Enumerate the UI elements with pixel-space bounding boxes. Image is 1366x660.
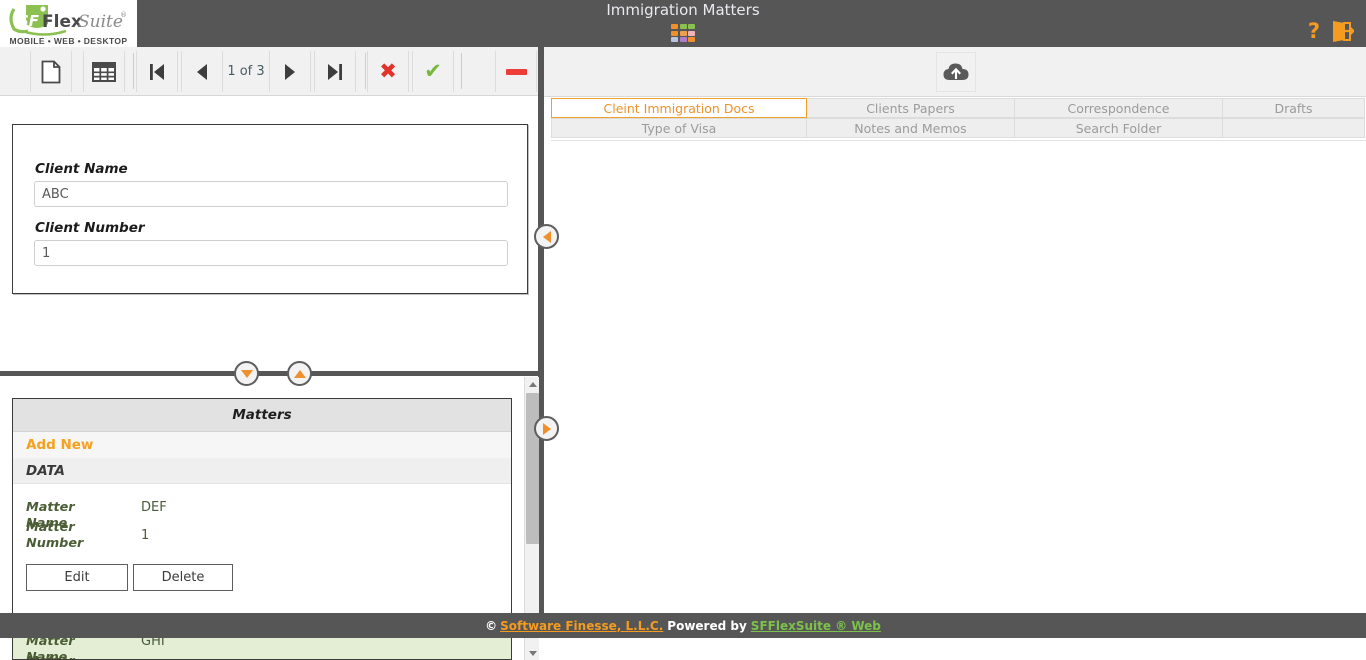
previous-record-button[interactable] (181, 51, 223, 92)
cloud-upload-icon (943, 63, 969, 80)
company-link[interactable]: Software Finesse, L.L.C. (500, 619, 663, 633)
collapse-down-icon (240, 369, 253, 378)
edit-matter-button[interactable]: Edit (26, 564, 128, 591)
save-check-icon: ✔ (424, 59, 442, 83)
scroll-down-button[interactable] (525, 646, 540, 660)
tab-clients-papers[interactable]: Clients Papers (806, 98, 1015, 118)
matter-number-value: 1 (141, 528, 150, 543)
delete-matter-button[interactable]: Delete (133, 564, 233, 591)
matter-number-label: Matter (26, 654, 114, 659)
toolbar-divider (365, 53, 366, 89)
collapse-up-icon (293, 369, 306, 378)
tab-content-area (551, 140, 1366, 610)
grid-cell (679, 24, 687, 29)
new-record-button[interactable] (30, 51, 72, 92)
next-record-button[interactable] (269, 51, 311, 92)
delete-button[interactable] (495, 51, 537, 92)
matter-name-value: DEF (141, 500, 167, 515)
tabs-row-2: Type of Visa Notes and Memos Search Fold… (551, 118, 1366, 138)
record-toolbar: 1 of 3 ✖ ✔ (0, 47, 538, 96)
toolbar-divider (461, 53, 462, 89)
grid-cell (688, 30, 696, 36)
tab-notes-and-memos[interactable]: Notes and Memos (806, 118, 1015, 138)
tabs-row-1: Cleint Immigration Docs Clients Papers C… (551, 98, 1366, 118)
help-icon[interactable]: ? (1308, 21, 1320, 42)
scrollbar-thumb[interactable] (526, 393, 539, 544)
document-tabs: Cleint Immigration Docs Clients Papers C… (551, 98, 1366, 138)
powered-by-label: Powered by (667, 618, 747, 633)
last-record-button[interactable] (314, 51, 356, 92)
expand-right-icon (542, 422, 551, 435)
matter-number-label-line1: Matter (26, 520, 75, 535)
grid-cell (671, 30, 678, 36)
client-number-input[interactable] (34, 240, 508, 266)
client-form-card: Client Name Client Number (12, 124, 528, 294)
cancel-button[interactable]: ✖ (367, 51, 409, 92)
tab-search-folder[interactable]: Search Folder (1014, 118, 1223, 138)
page-title: Immigration Matters (606, 1, 760, 19)
matters-title: Matters (13, 399, 511, 432)
previous-record-icon (197, 63, 207, 80)
cancel-x-icon: ✖ (379, 59, 397, 83)
app-grid-icon[interactable] (671, 24, 696, 43)
cloud-upload-button[interactable] (936, 52, 976, 92)
collapse-down-button[interactable] (234, 361, 259, 386)
next-record-icon (285, 63, 295, 80)
matter-number-label-line2: Number (26, 536, 84, 551)
horizontal-splitter[interactable] (0, 371, 538, 376)
scroll-down-icon (528, 650, 537, 656)
first-record-button[interactable] (136, 51, 178, 92)
grid-cell (671, 24, 678, 29)
product-link[interactable]: SFFlexSuite ® Web (751, 619, 881, 633)
tab-placeholder (1222, 118, 1365, 138)
collapse-left-button[interactable] (534, 224, 559, 249)
tab-cleint-immigration-docs[interactable]: Cleint Immigration Docs (551, 98, 807, 118)
app-header: SF Flex Suite ® MOBILE • WEB • DESKTOP I… (0, 0, 1366, 47)
grid-cell (679, 30, 687, 36)
left-panel: 1 of 3 ✖ ✔ Client Name Client Number (0, 47, 541, 660)
scroll-up-button[interactable] (525, 377, 540, 391)
expand-right-button[interactable] (534, 416, 559, 441)
toolbar-divider (133, 53, 134, 89)
collapse-up-button[interactable] (287, 361, 312, 386)
first-record-icon (150, 63, 164, 80)
grid-view-button[interactable] (83, 51, 125, 92)
add-new-matter-link[interactable]: Add New (13, 432, 511, 458)
page-indicator: 1 of 3 (227, 64, 265, 79)
client-name-input[interactable] (34, 181, 508, 207)
grid-cell (688, 37, 696, 43)
new-document-icon (41, 60, 61, 83)
tab-type-of-visa[interactable]: Type of Visa (551, 118, 807, 138)
save-button[interactable]: ✔ (412, 51, 454, 92)
delete-minus-icon (505, 68, 527, 75)
tab-correspondence[interactable]: Correspondence (1014, 98, 1223, 118)
last-record-icon (328, 63, 342, 80)
table-row[interactable]: Matter Name DEF Matter Number 1 Edit Dele… (13, 484, 511, 616)
copyright-symbol: © (485, 618, 498, 633)
right-panel: Cleint Immigration Docs Clients Papers C… (544, 47, 1366, 613)
client-number-label: Client Number (35, 220, 145, 236)
tab-drafts[interactable]: Drafts (1222, 98, 1365, 118)
matter-number-label: Matter Number (26, 520, 114, 552)
grid-cell (671, 37, 678, 43)
grid-cell (679, 37, 687, 43)
app-footer: © Software Finesse, L.L.C. Powered by SF… (0, 613, 1366, 638)
logo-tagline: MOBILE • WEB • DESKTOP (9, 36, 128, 46)
matters-data-label: DATA (13, 458, 511, 484)
scroll-up-icon (528, 381, 537, 387)
logout-door-icon[interactable] (1330, 19, 1354, 43)
grid-cell (688, 24, 696, 29)
client-name-label: Client Name (35, 161, 128, 177)
collapse-left-icon (542, 230, 551, 243)
documents-toolbar (544, 47, 1366, 97)
table-grid-icon (92, 61, 116, 82)
